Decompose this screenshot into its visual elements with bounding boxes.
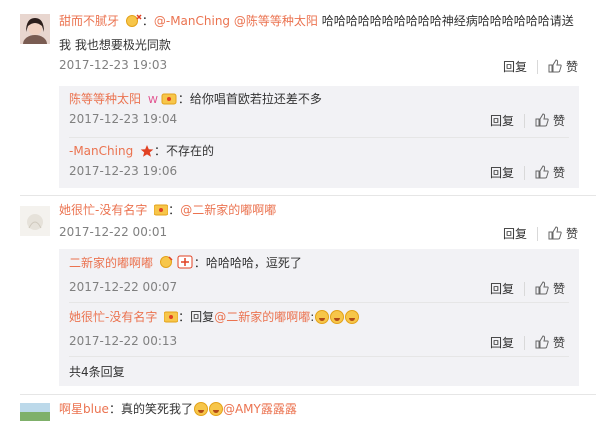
- comment-item: 甜而不腻牙 ：@-ManChing @陈等等种太阳 哈哈哈哈哈哈哈哈哈哈神经病哈…: [0, 0, 596, 195]
- reply-button[interactable]: 回复: [503, 58, 527, 75]
- reply-timestamp: 2017-12-23 19:04: [69, 112, 178, 126]
- reply-timestamp: 2017-12-22 00:07: [69, 280, 178, 294]
- mention-link[interactable]: @AMY露露露: [223, 402, 297, 416]
- comment-content: ：: [168, 203, 181, 217]
- star-badge-icon: [140, 145, 154, 160]
- reply-actions: 回复 赞: [490, 334, 565, 351]
- mention-link[interactable]: @二新家的嘟啊嘟: [180, 203, 276, 217]
- reply-actions: 回复 赞: [490, 280, 565, 297]
- comment-timestamp: 2017-12-23 19:03: [59, 58, 168, 72]
- reply-button[interactable]: 回复: [503, 225, 527, 242]
- more-replies-row: 共4条回复: [59, 357, 579, 386]
- like-button[interactable]: 赞: [535, 280, 565, 297]
- comment-username[interactable]: 她很忙-没有名字: [59, 203, 147, 217]
- comment-content: ：真的笑死我了: [108, 402, 193, 416]
- divider: [523, 113, 525, 128]
- vip-badge-icon: W: [148, 93, 178, 108]
- reply-actions: 回复 赞: [490, 112, 565, 129]
- reply-thread: 二新家的嘟啊嘟 ：哈哈哈哈，逗死了 2017-12-22 00:07 回复 赞 …: [59, 249, 579, 386]
- reply-thread: 陈等等种太阳 W ：给你唱首欧若拉还差不多 2017-12-23 19:04 回…: [59, 86, 579, 188]
- comment-timestamp: 2017-12-22 00:01: [59, 225, 168, 239]
- comment-content: 哈哈哈哈哈哈哈哈哈哈神经病哈哈哈哈哈哈请送: [317, 14, 574, 28]
- reply-button[interactable]: 回复: [490, 112, 514, 129]
- avatar-image: [20, 206, 50, 236]
- mention-link[interactable]: @二新家的嘟啊嘟: [214, 310, 310, 324]
- thumbs-up-icon: [535, 113, 549, 127]
- reply-username[interactable]: 她很忙-没有名字: [69, 310, 157, 324]
- reply-button[interactable]: 回复: [490, 280, 514, 297]
- comment-text: 她很忙-没有名字 ：@二新家的嘟啊嘟: [59, 200, 276, 222]
- like-button[interactable]: 赞: [535, 164, 565, 181]
- thumbs-up-icon: [535, 165, 549, 179]
- comment-username[interactable]: 甜而不腻牙: [59, 14, 119, 28]
- comment-item: 啊星blue：真的笑死我了 @AMY露露露: [0, 395, 596, 421]
- laugh-emoji-icon: [330, 310, 345, 324]
- laugh-emoji-icon: [208, 402, 223, 416]
- reply-button[interactable]: 回复: [490, 334, 514, 351]
- mention-link[interactable]: @-ManChing: [154, 14, 230, 28]
- avatar-image: [20, 14, 50, 44]
- comment-item: 她很忙-没有名字 ：@二新家的嘟啊嘟 2017-12-22 00:01 回复 赞…: [0, 196, 596, 396]
- divider: [523, 335, 525, 350]
- reply-actions: 回复 赞: [490, 164, 565, 181]
- comment-username[interactable]: 啊星blue: [59, 402, 109, 416]
- avatar[interactable]: [20, 403, 50, 421]
- reply-item: -ManChing ：不存在的 2017-12-23 19:06 回复 赞: [59, 138, 579, 188]
- avatar[interactable]: [20, 206, 50, 236]
- avatar[interactable]: [20, 14, 50, 44]
- svg-text:W: W: [148, 95, 158, 105]
- reply-item: 二新家的嘟啊嘟 ：哈哈哈哈，逗死了 2017-12-22 00:07 回复 赞: [59, 249, 579, 301]
- thumbs-up-icon: [548, 226, 562, 240]
- reply-content: ：哈哈哈哈，逗死了: [193, 256, 302, 270]
- laugh-emoji-icon: [345, 310, 360, 324]
- reply-item: 她很忙-没有名字 ：回复@二新家的嘟啊嘟: 2017-12-22 00:13 回…: [69, 310, 565, 351]
- vip-badge-icon: [125, 13, 142, 33]
- more-replies-link[interactable]: 共4条回复: [69, 363, 125, 380]
- reply-timestamp: 2017-12-23 19:06: [69, 164, 178, 178]
- thumbs-up-icon: [535, 281, 549, 295]
- reply-content: ：给你唱首欧若拉还差不多: [177, 92, 322, 106]
- thumbs-up-icon: [535, 335, 549, 349]
- reply-username[interactable]: 二新家的嘟啊嘟: [69, 256, 153, 270]
- reply-item: 陈等等种太阳 W ：给你唱首欧若拉还差不多 2017-12-23 19:04 回…: [59, 86, 579, 136]
- divider: [523, 281, 525, 296]
- vip-badge-icon: [163, 311, 179, 326]
- comment-text: 甜而不腻牙 ：@-ManChing @陈等等种太阳 哈哈哈哈哈哈哈哈哈哈神经病哈…: [59, 11, 574, 33]
- comment-content-line2: 我 我也想要极光同款: [59, 38, 171, 52]
- like-button[interactable]: 赞: [548, 58, 578, 75]
- comment-actions: 回复 赞: [503, 225, 578, 242]
- divider: [523, 165, 525, 180]
- like-button[interactable]: 赞: [535, 112, 565, 129]
- vip-badge-icon: [153, 202, 169, 222]
- avatar-image: [20, 403, 50, 421]
- reply-username[interactable]: -ManChing: [69, 144, 133, 158]
- like-button[interactable]: 赞: [548, 225, 578, 242]
- reply-timestamp: 2017-12-22 00:13: [69, 334, 178, 348]
- divider: [536, 59, 538, 74]
- comment-text: 啊星blue：真的笑死我了 @AMY露露露: [59, 399, 297, 419]
- laugh-emoji-icon: [315, 310, 330, 324]
- divider: [536, 226, 538, 241]
- laugh-emoji-icon: [193, 402, 208, 416]
- thumbs-up-icon: [548, 59, 562, 73]
- like-button[interactable]: 赞: [535, 334, 565, 351]
- vip-badge-icon: [159, 255, 194, 272]
- reply-username[interactable]: 陈等等种太阳: [69, 92, 141, 106]
- comment-actions: 回复 赞: [503, 58, 578, 75]
- reply-content: ：不存在的: [154, 144, 215, 158]
- reply-button[interactable]: 回复: [490, 164, 514, 181]
- mention-link[interactable]: @陈等等种太阳: [234, 14, 318, 28]
